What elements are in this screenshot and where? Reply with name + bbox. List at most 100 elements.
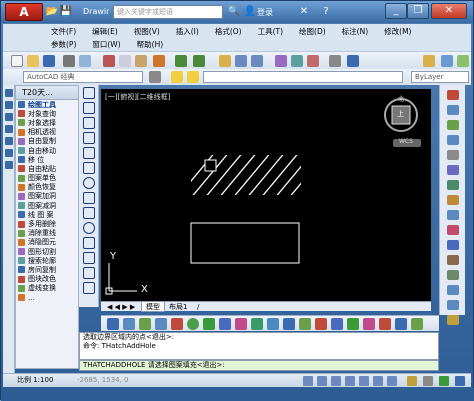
tab-model[interactable]: 模型: [141, 302, 165, 312]
explode-icon[interactable]: [447, 315, 459, 325]
login-link[interactable]: 登录: [257, 7, 273, 18]
scale-icon[interactable]: [447, 195, 459, 205]
layer-previous-icon[interactable]: [457, 55, 469, 67]
layer-properties-icon[interactable]: [423, 55, 435, 67]
osnap-16-icon[interactable]: [347, 318, 359, 330]
panel-item[interactable]: 自由移动: [16, 146, 78, 155]
zoom-icon[interactable]: [235, 55, 247, 67]
close-button[interactable]: ✕: [431, 3, 467, 19]
mirror-icon[interactable]: [447, 120, 459, 130]
workspace-select[interactable]: AutoCAD 经典: [23, 71, 143, 83]
menu-format[interactable]: 格式(O): [207, 26, 250, 37]
osnap-4-icon[interactable]: [155, 318, 167, 330]
dock-button-6[interactable]: [5, 149, 13, 157]
layer-state-icon[interactable]: [441, 55, 453, 67]
menu-tools[interactable]: 工具(T): [250, 26, 291, 37]
menu-view[interactable]: 视图(V): [126, 26, 168, 37]
osnap-6-icon[interactable]: [187, 318, 199, 330]
ortho-mode-icon[interactable]: [331, 376, 341, 386]
osnap-20-icon[interactable]: [411, 318, 423, 330]
osnap-12-icon[interactable]: [283, 318, 295, 330]
osnap-1-icon[interactable]: [107, 318, 119, 330]
dock-button-2[interactable]: [5, 101, 13, 109]
osnap-5-icon[interactable]: [171, 318, 183, 330]
menu-draw[interactable]: 绘图(D): [291, 26, 334, 37]
paste-icon[interactable]: [135, 55, 147, 67]
polygon-icon[interactable]: [83, 132, 95, 144]
minimize-button[interactable]: _: [385, 3, 407, 19]
hatch-icon[interactable]: [83, 282, 95, 294]
revision-cloud-icon[interactable]: [83, 192, 95, 204]
design-center-icon[interactable]: [291, 55, 303, 67]
osnap-mode-icon[interactable]: [359, 376, 369, 386]
clean-screen-icon[interactable]: [455, 376, 465, 386]
workspace-settings-icon[interactable]: [149, 71, 161, 83]
dock-button-4[interactable]: [5, 125, 13, 133]
extend-icon[interactable]: [447, 240, 459, 250]
polyline-icon[interactable]: [83, 117, 95, 129]
menu-insert[interactable]: 插入(I): [168, 26, 207, 37]
insert-block-icon[interactable]: [83, 237, 95, 249]
offset-icon[interactable]: [447, 135, 459, 145]
menu-help[interactable]: 帮助(H): [129, 39, 172, 50]
undo-icon[interactable]: [175, 55, 187, 67]
otrack-mode-icon[interactable]: [373, 376, 383, 386]
user-icon[interactable]: 👤: [243, 6, 257, 18]
help-icon[interactable]: ?: [319, 6, 333, 18]
tool-palettes-icon[interactable]: [307, 55, 319, 67]
print-icon[interactable]: [63, 55, 75, 67]
grid-mode-icon[interactable]: [317, 376, 327, 386]
model-space-icon[interactable]: [407, 376, 417, 386]
dock-button-7[interactable]: [5, 161, 13, 169]
dock-button-1[interactable]: [5, 89, 13, 97]
tab-layout1[interactable]: 布局1: [165, 302, 191, 312]
menu-window[interactable]: 窗口(W): [84, 39, 128, 50]
copy-object-icon[interactable]: [447, 105, 459, 115]
help-toolbar-icon[interactable]: [347, 55, 359, 67]
menu-edit[interactable]: 编辑(E): [84, 26, 126, 37]
osnap-3-icon[interactable]: [139, 318, 151, 330]
panel-item[interactable]: …: [16, 293, 78, 302]
autocad-logo-button[interactable]: A: [5, 3, 43, 21]
break-icon[interactable]: [447, 255, 459, 265]
restore-button[interactable]: ❐: [407, 3, 429, 19]
layer-sun-icon[interactable]: [187, 71, 199, 83]
osnap-17-icon[interactable]: [363, 318, 375, 330]
snap-mode-icon[interactable]: [303, 376, 313, 386]
wcs-label[interactable]: WCS: [399, 138, 413, 145]
fillet-icon[interactable]: [447, 300, 459, 310]
layer-bulb-icon[interactable]: [171, 71, 183, 83]
save-icon[interactable]: 💾: [59, 6, 73, 18]
redo-icon[interactable]: [193, 55, 205, 67]
circle-icon[interactable]: [83, 177, 95, 189]
rectangle-boundary[interactable]: [190, 222, 300, 264]
search-icon[interactable]: 🔍: [227, 6, 241, 18]
save-file-icon[interactable]: [43, 55, 55, 67]
zoom-status-icon[interactable]: [423, 376, 433, 386]
stretch-icon[interactable]: [447, 210, 459, 220]
match-properties-icon[interactable]: [153, 55, 165, 67]
osnap-8-icon[interactable]: [219, 318, 231, 330]
command-input[interactable]: THATCHADDHOLE 请选择图案填充<退出>:: [79, 360, 439, 371]
open-icon[interactable]: 📂: [45, 6, 59, 18]
calculator-icon[interactable]: [329, 55, 341, 67]
command-history[interactable]: 选取边界区域内的点<退出>: 命令: THatchAddHole: [79, 332, 439, 360]
dock-button-3[interactable]: [5, 113, 13, 121]
copy-icon[interactable]: [119, 55, 131, 67]
rotate-icon[interactable]: [447, 180, 459, 190]
osnap-11-icon[interactable]: [267, 318, 279, 330]
osnap-14-icon[interactable]: [315, 318, 327, 330]
search-input[interactable]: 键入关键字或短语: [113, 5, 223, 19]
spline-icon[interactable]: [83, 207, 95, 219]
osnap-13-icon[interactable]: [299, 318, 311, 330]
erase-icon[interactable]: [447, 90, 459, 100]
workspace-status-icon[interactable]: [439, 376, 449, 386]
construction-line-icon[interactable]: [83, 102, 95, 114]
osnap-2-icon[interactable]: [123, 318, 135, 330]
zoom-window-icon[interactable]: [251, 55, 263, 67]
menu-modify[interactable]: 修改(M): [376, 26, 419, 37]
array-icon[interactable]: [447, 150, 459, 160]
polar-mode-icon[interactable]: [345, 376, 355, 386]
lineweight-mode-icon[interactable]: [387, 376, 397, 386]
properties-icon[interactable]: [275, 55, 287, 67]
